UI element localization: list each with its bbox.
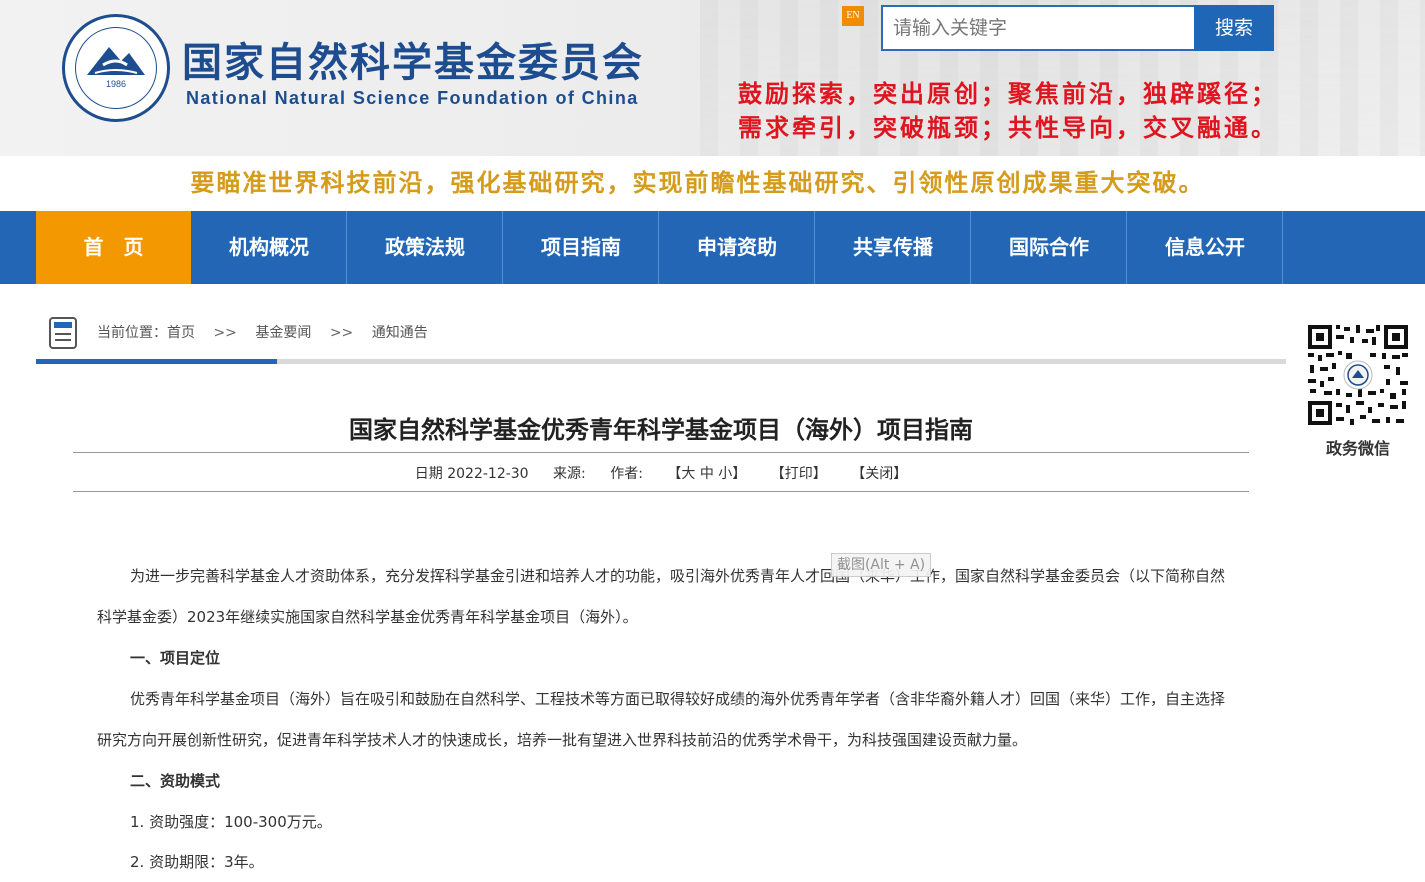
main-nav: 首 页 机构概况 政策法规 项目指南 申请资助 共享传播 国际合作 信息公开 xyxy=(0,211,1425,284)
org-name-en: National Natural Science Foundation of C… xyxy=(186,88,639,108)
language-switch-en[interactable]: EN xyxy=(842,6,864,26)
nav-item-about[interactable]: 机构概况 xyxy=(192,211,347,284)
slogan-banner: 要瞄准世界科技前沿，强化基础研究，实现前瞻性基础研究、引领性原创成果重大突破。 xyxy=(0,156,1425,211)
article-author: 作者: xyxy=(610,466,643,482)
logo-year: 1986 xyxy=(105,79,127,89)
nav-item-home[interactable]: 首 页 xyxy=(36,211,191,284)
breadcrumb-divider-accent xyxy=(36,359,277,364)
breadcrumb-home-link[interactable]: 首页 xyxy=(167,325,195,341)
search-button[interactable]: 搜索 xyxy=(1194,5,1274,51)
section-heading: 二、资助模式 xyxy=(130,772,221,790)
motto-line-2: 需求牵引，突破瓶颈；共性导向，交叉融通。 xyxy=(738,113,1278,142)
article-body: 为进一步完善科学基金人才资助体系，充分发挥科学基金引进和培养人才的功能，吸引海外… xyxy=(97,556,1237,882)
article-title: 国家自然科学基金优秀青年科学基金项目（海外）项目指南 xyxy=(349,416,973,444)
nav-item-apply[interactable]: 申请资助 xyxy=(660,211,815,284)
location-book-icon xyxy=(49,317,77,349)
paragraph: 优秀青年科学基金项目（海外）旨在吸引和鼓励在自然科学、工程技术等方面已取得较好成… xyxy=(97,690,1226,749)
list-item: 1. 资助强度：100-300万元。 xyxy=(130,813,332,831)
breadcrumb-prefix: 当前位置： xyxy=(97,325,167,341)
print-link[interactable]: 【打印】 xyxy=(771,466,827,482)
breadcrumb-notice-link[interactable]: 通知通告 xyxy=(372,325,428,341)
nsfc-logo[interactable]: 1986 xyxy=(62,14,170,122)
article-source: 来源: xyxy=(553,466,586,482)
paragraph: 为进一步完善科学基金人才资助体系，充分发挥科学基金引进和培养人才的功能，吸引海外… xyxy=(97,567,1226,626)
breadcrumb-news-link[interactable]: 基金要闻 xyxy=(255,325,311,341)
meta-divider-top xyxy=(73,452,1249,453)
site-header: 1986 国家自然科学基金委员会 National Natural Scienc… xyxy=(0,0,1425,156)
search-input[interactable] xyxy=(881,5,1195,51)
nav-item-share[interactable]: 共享传播 xyxy=(816,211,971,284)
motto-line-1: 鼓励探索，突出原创；聚焦前沿，独辟蹊径； xyxy=(738,79,1278,108)
logo-mountain-icon xyxy=(87,47,145,75)
breadcrumb-separator: >> xyxy=(213,325,237,341)
slogan-text: 要瞄准世界科技前沿，强化基础研究，实现前瞻性基础研究、引领性原创成果重大突破。 xyxy=(190,169,1205,197)
nav-item-guide[interactable]: 项目指南 xyxy=(504,211,659,284)
article-meta: 日期 2022-12-30 来源: 作者: 【大 中 小】 【打印】 【关闭】 xyxy=(73,463,1249,483)
font-size-switch[interactable]: 【大 中 小】 xyxy=(667,466,746,482)
nav-item-disclosure[interactable]: 信息公开 xyxy=(1128,211,1283,284)
breadcrumb: 当前位置：首页 >> 基金要闻 >> 通知通告 xyxy=(97,322,428,342)
wechat-qr-code xyxy=(1306,323,1410,427)
screenshot-tooltip: 截图(Alt + A) xyxy=(831,553,931,577)
org-name-cn: 国家自然科学基金委员会 xyxy=(182,40,644,86)
close-link[interactable]: 【关闭】 xyxy=(851,466,907,482)
section-heading: 一、项目定位 xyxy=(130,649,221,667)
qr-label: 政务微信 xyxy=(1325,439,1390,458)
nav-item-international[interactable]: 国际合作 xyxy=(972,211,1127,284)
breadcrumb-separator: >> xyxy=(329,325,354,341)
meta-divider-bottom xyxy=(73,491,1249,492)
nav-item-policy[interactable]: 政策法规 xyxy=(348,211,503,284)
article-date: 日期 2022-12-30 xyxy=(414,466,529,482)
list-item: 2. 资助期限：3年。 xyxy=(130,853,264,871)
